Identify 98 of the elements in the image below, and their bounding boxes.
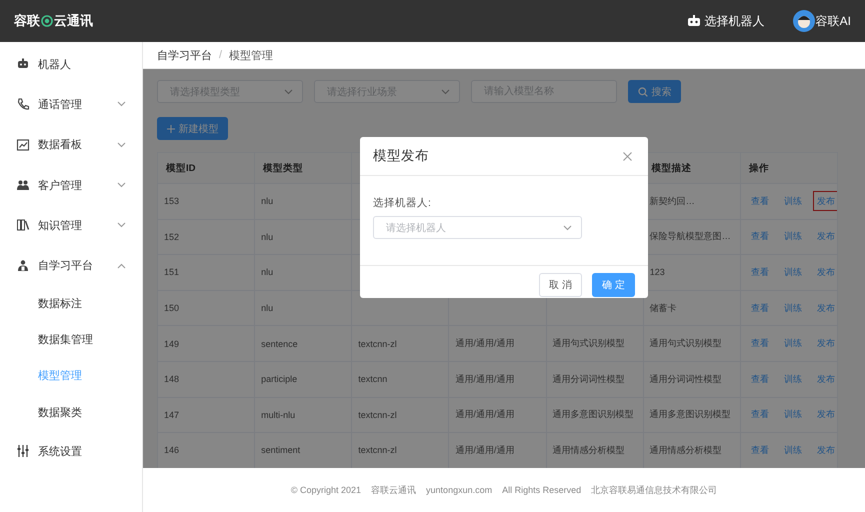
action-link[interactable]: 发布: [812, 368, 836, 389]
table-cell: multi-nlu: [254, 397, 352, 433]
table-cell: nlu: [254, 254, 352, 290]
action-link[interactable]: 训练: [780, 298, 806, 318]
table-cell: 通用分词词性模型: [546, 361, 644, 398]
chevron-down-icon: [563, 224, 572, 230]
field-label: 选择机器人:: [373, 196, 432, 210]
action-link[interactable]: 训练: [780, 404, 806, 424]
table-cell: 通用分词词性模型: [643, 361, 740, 398]
column-header: 模型类型: [254, 152, 352, 184]
action-link[interactable]: 发布: [812, 190, 836, 211]
footer-text: 北京容联易通信息技术有限公司: [591, 484, 718, 496]
table-cell: 通用/通用/通用: [448, 326, 546, 362]
cancel-button[interactable]: 取 消: [539, 273, 582, 297]
table-cell: 152: [158, 219, 255, 255]
sidebar-item[interactable]: 自学习平台: [0, 245, 142, 286]
action-link[interactable]: 查看: [746, 298, 773, 318]
table-cell: 153: [158, 184, 255, 220]
chevron-down-icon: [284, 88, 293, 94]
column-header: 模型ID: [158, 152, 255, 184]
sidebar-item[interactable]: 通话管理: [0, 84, 142, 125]
plus-icon: [166, 124, 174, 132]
sidebar-subitem[interactable]: 模型管理: [0, 358, 142, 395]
sidebar-item[interactable]: 系统设置: [0, 430, 142, 472]
action-link[interactable]: 查看: [746, 333, 773, 354]
sliders-icon: [16, 444, 30, 458]
table-cell: 通用多意图识别模型: [546, 397, 644, 433]
select-field[interactable]: 请选择机器人: [373, 216, 582, 239]
action-link[interactable]: 发布: [812, 404, 836, 424]
table-cell: 通用/通用/通用: [448, 361, 546, 398]
breadcrumb-separator: /: [219, 49, 222, 61]
footer-text: © Copyright 2021: [290, 485, 362, 495]
action-link[interactable]: 发布: [812, 440, 836, 460]
table-cell: 148: [158, 361, 255, 398]
new-model-button[interactable]: 新建模型: [157, 117, 228, 140]
action-link[interactable]: 查看: [746, 190, 773, 211]
action-link[interactable]: 发布: [812, 333, 836, 354]
action-link[interactable]: 查看: [746, 440, 773, 460]
avatar-icon: [792, 10, 815, 32]
action-link[interactable]: 发布: [812, 262, 836, 282]
person-icon: [16, 258, 30, 273]
table-cell: textcnn: [352, 361, 449, 398]
action-link[interactable]: 查看: [746, 262, 773, 282]
footer-text: yuntongxun.com: [426, 485, 492, 495]
table-cell: nlu: [254, 219, 352, 255]
logo-text: 云通讯: [54, 12, 93, 30]
table-cell: 通用句式识别模型: [546, 326, 644, 362]
robot-icon: [686, 15, 701, 27]
search-icon: [638, 86, 648, 96]
table-cell: 通用句式识别模型: [643, 326, 740, 362]
table-cell: nlu: [254, 290, 352, 326]
table-cell: 147: [158, 397, 255, 433]
table-cell: participle: [254, 361, 352, 398]
action-link[interactable]: 训练: [780, 333, 806, 354]
table-cell: sentence: [254, 326, 352, 362]
sidebar-item[interactable]: 机器人: [0, 44, 142, 84]
books-icon: [16, 218, 30, 232]
dialog-title: 模型发布: [373, 147, 429, 165]
column-header: 操作: [740, 152, 838, 184]
action-link[interactable]: 训练: [780, 262, 806, 282]
sidebar-item[interactable]: 数据看板: [0, 124, 142, 165]
user-name[interactable]: 容联AI: [816, 12, 851, 30]
chevron-down-icon: [441, 88, 450, 94]
table-cell: nlu: [254, 184, 352, 220]
close-icon[interactable]: [623, 152, 632, 160]
table-cell: 149: [158, 326, 255, 362]
table-cell: 151: [158, 254, 255, 290]
sidebar-item[interactable]: 知识管理: [0, 205, 142, 246]
action-link[interactable]: 查看: [746, 404, 773, 424]
robot-select-button[interactable]: 选择机器人: [686, 12, 765, 30]
action-link[interactable]: 训练: [780, 190, 806, 211]
sidebar-subitem[interactable]: 数据聚类: [0, 394, 142, 431]
search-button[interactable]: 搜索: [628, 80, 681, 103]
action-link[interactable]: 训练: [780, 226, 806, 246]
table-cell: 通用多意图识别模型: [643, 397, 740, 433]
people-icon: [16, 178, 30, 192]
chart-icon: [16, 138, 30, 152]
table-cell: textcnn-zl: [352, 326, 449, 362]
action-link[interactable]: 发布: [812, 298, 836, 318]
phone-icon: [16, 97, 30, 112]
action-link[interactable]: 发布: [812, 226, 836, 246]
footer-text: 容联云通讯: [371, 484, 416, 496]
action-link[interactable]: 查看: [746, 226, 773, 246]
table-cell: textcnn-zl: [352, 397, 449, 433]
action-link[interactable]: 训练: [780, 368, 806, 389]
action-link[interactable]: 查看: [746, 368, 773, 389]
sidebar-subitem[interactable]: 数据标注: [0, 286, 142, 322]
ring-icon: [41, 15, 53, 27]
sidebar-subitem[interactable]: 数据集管理: [0, 322, 142, 358]
logo-text: 容联: [14, 12, 40, 30]
breadcrumb-item: 模型管理: [229, 48, 274, 62]
footer-text: All Rights Reserved: [502, 485, 582, 495]
table-cell: 通用/通用/通用: [448, 397, 546, 433]
breadcrumb-item[interactable]: 自学习平台: [157, 48, 212, 62]
confirm-button[interactable]: 确 定: [592, 273, 635, 297]
sidebar-item[interactable]: 客户管理: [0, 164, 142, 206]
table-cell: 150: [158, 290, 255, 326]
action-link[interactable]: 训练: [780, 440, 806, 460]
